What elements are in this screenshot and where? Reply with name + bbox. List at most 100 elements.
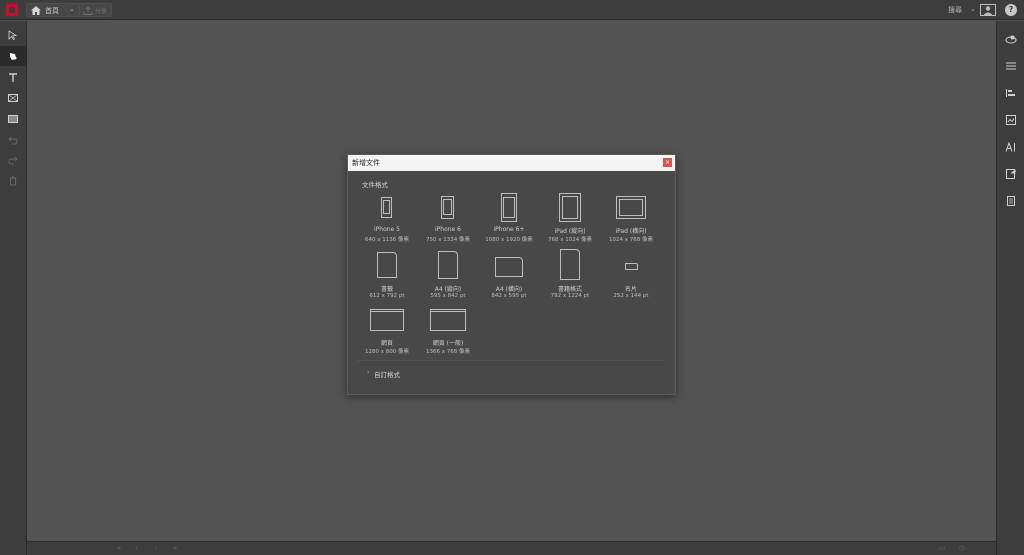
custom-format-toggle[interactable]: 自訂格式 — [374, 369, 400, 379]
phone-screen-icon — [383, 200, 390, 214]
preset-name: A4 (縱向) — [434, 286, 462, 293]
page-icon — [438, 251, 458, 279]
preset-letter[interactable]: 書籤 612 x 792 pt — [355, 251, 419, 306]
type-panel-button[interactable] — [997, 137, 1024, 157]
page-icon — [495, 257, 523, 277]
bottom-bar: « ‹ › » ▭ ◷ — [27, 541, 996, 555]
search-button[interactable]: 搜尋 — [948, 5, 962, 15]
rectangle-tool[interactable] — [0, 109, 27, 129]
page-icon — [377, 252, 397, 278]
preset-book[interactable]: 書籍格式 792 x 1224 pt — [538, 249, 602, 306]
preset-business-card[interactable]: 名片 252 x 144 pt — [599, 251, 663, 306]
phone-screen-icon — [443, 199, 452, 215]
section-title: 文件格式 — [362, 181, 388, 189]
first-page-icon[interactable]: « — [117, 544, 121, 552]
last-page-icon[interactable]: » — [173, 544, 177, 552]
preset-a4-portrait[interactable]: A4 (縱向) 595 x 842 pt — [416, 251, 480, 306]
image-frame-icon — [8, 94, 18, 102]
redo-tool[interactable] — [0, 150, 27, 170]
image-panel-icon — [1006, 115, 1016, 125]
next-page-icon[interactable]: › — [155, 544, 158, 552]
menu-lines-icon — [1006, 62, 1016, 70]
app-logo — [6, 4, 18, 16]
preset-dims: 768 x 1024 像素 — [548, 237, 592, 243]
divider — [358, 360, 665, 361]
browser-icon — [370, 309, 404, 331]
delete-tool[interactable] — [0, 171, 27, 191]
text-tool-icon — [9, 73, 17, 82]
home-dropdown[interactable]: 首頁 ⌄ 分享 — [26, 3, 112, 17]
home-icon — [31, 6, 41, 15]
preset-ipad-landscape[interactable]: iPad (橫向) 1024 x 768 像素 — [599, 193, 663, 248]
card-icon — [625, 263, 638, 270]
browser-bar-icon — [430, 309, 466, 312]
chevron-down-icon[interactable]: ⌄ — [970, 5, 976, 13]
image-frame-tool[interactable] — [0, 88, 27, 108]
tablet-screen-icon — [619, 199, 643, 216]
right-panel — [996, 21, 1024, 555]
export-button[interactable] — [997, 164, 1024, 184]
preset-name: iPhone 6 — [435, 226, 461, 233]
select-tool[interactable] — [0, 25, 27, 45]
preset-name: 網頁 (一般) — [432, 340, 464, 347]
type-panel-icon — [1005, 142, 1015, 152]
zoom-icon[interactable]: ◷ — [959, 544, 965, 552]
preset-dims: 595 x 842 pt — [430, 293, 466, 299]
layers-3d-icon — [1005, 35, 1017, 44]
list-panel-icon — [1007, 196, 1015, 206]
hand-tool[interactable] — [0, 46, 27, 66]
preset-web[interactable]: 網頁 1280 x 800 像素 — [355, 305, 419, 360]
text-tool[interactable] — [0, 68, 27, 88]
preset-name: 名片 — [624, 286, 637, 293]
help-icon[interactable]: ? — [1005, 4, 1017, 16]
preset-name: 書籍格式 — [557, 286, 582, 293]
page-icon — [560, 249, 580, 280]
profile-icon[interactable] — [980, 4, 996, 16]
preset-name: iPad (橫向) — [615, 228, 647, 235]
export-icon — [1006, 169, 1016, 179]
dialog-titlebar: 新增文件 × — [348, 155, 675, 171]
share-icon[interactable] — [83, 6, 93, 15]
list-panel-button[interactable] — [997, 191, 1024, 211]
tablet-screen-icon — [562, 196, 578, 219]
layers-3d-button[interactable] — [997, 29, 1024, 49]
preset-dims: 1024 x 768 像素 — [609, 237, 653, 243]
align-icon — [1006, 89, 1015, 97]
preset-dims: 842 x 595 pt — [491, 293, 527, 299]
preset-iphone5[interactable]: iPhone 5 640 x 1136 像素 — [355, 193, 419, 248]
share-label: 分享 — [95, 8, 108, 15]
new-document-dialog: 新增文件 × 文件格式 iPhone 5 640 x 1136 像素 iPhon… — [347, 154, 676, 395]
select-arrow-icon — [8, 30, 18, 40]
preset-dims: 750 x 1334 像素 — [426, 237, 470, 243]
fit-page-icon[interactable]: ▭ — [939, 544, 946, 552]
chevron-right-icon[interactable]: › — [367, 369, 369, 376]
undo-icon — [8, 136, 18, 145]
preset-iphone6[interactable]: iPhone 6 750 x 1334 像素 — [416, 193, 480, 248]
divider — [79, 6, 80, 15]
close-icon[interactable]: × — [663, 158, 672, 167]
dialog-title: 新增文件 — [352, 159, 380, 167]
preset-name: A4 (橫向) — [495, 286, 523, 293]
preset-dims: 792 x 1224 pt — [550, 293, 590, 299]
preset-name: 書籤 — [380, 286, 393, 293]
top-bar: 首頁 ⌄ 分享 搜尋 ⌄ ? — [0, 0, 1024, 20]
undo-tool[interactable] — [0, 130, 27, 150]
image-panel-button[interactable] — [997, 110, 1024, 130]
preset-name: iPad (縱向) — [554, 228, 586, 235]
preset-dims: 1280 x 800 像素 — [365, 349, 409, 355]
browser-bar-icon — [370, 309, 404, 312]
preset-dims: 1366 x 768 像素 — [426, 349, 470, 355]
preset-name: iPhone 5 — [374, 226, 400, 233]
menu-button[interactable] — [997, 56, 1024, 76]
browser-icon — [430, 309, 466, 331]
preset-dims: 612 x 792 pt — [369, 293, 405, 299]
redo-icon — [8, 156, 18, 165]
previous-page-icon[interactable]: ‹ — [135, 544, 138, 552]
delete-icon — [9, 176, 17, 186]
chevron-down-icon[interactable]: ⌄ — [69, 5, 75, 13]
preset-a4-landscape[interactable]: A4 (橫向) 842 x 595 pt — [477, 251, 541, 306]
preset-ipad-portrait[interactable]: iPad (縱向) 768 x 1024 像素 — [538, 193, 602, 248]
preset-iphone6plus[interactable]: iPhone 6+ 1080 x 1920 像素 — [477, 193, 541, 248]
preset-web-general[interactable]: 網頁 (一般) 1366 x 768 像素 — [416, 305, 480, 360]
align-button[interactable] — [997, 83, 1024, 103]
